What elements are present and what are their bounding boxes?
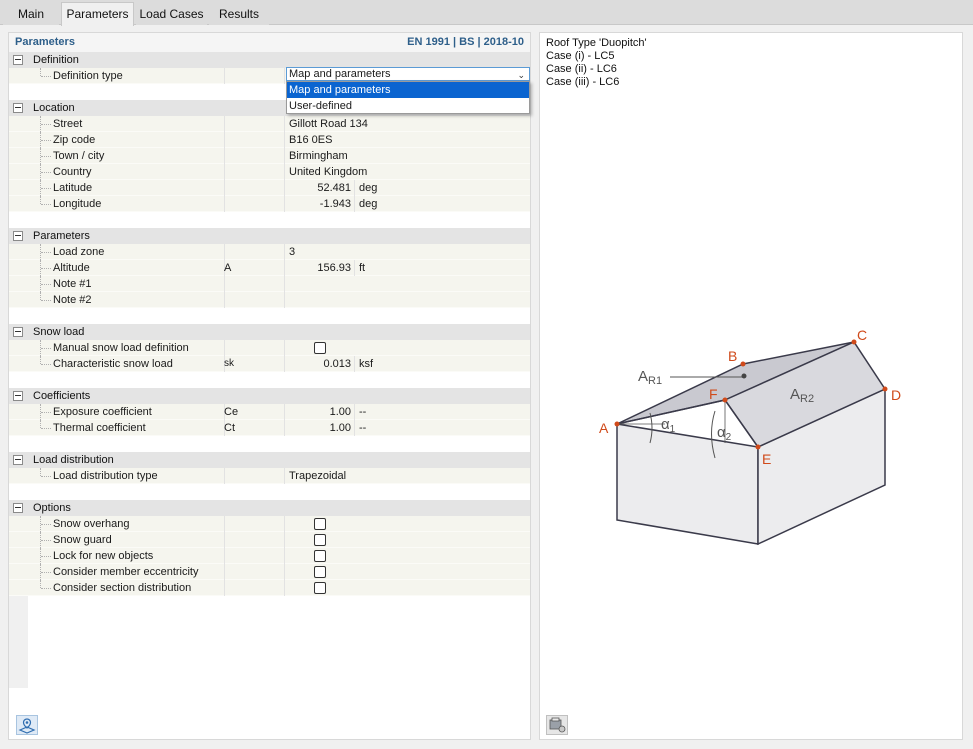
panel-title: Parameters (15, 36, 75, 48)
row-latitude[interactable]: Latitude 52.481 deg (9, 180, 530, 196)
row-snow-overhang[interactable]: Snow overhang (9, 516, 530, 532)
group-coefficients[interactable]: Coefficients (9, 388, 530, 404)
collapse-icon[interactable] (13, 455, 23, 465)
point-e (755, 444, 761, 450)
point-b (740, 361, 746, 367)
row-characteristic-snow-load[interactable]: Characteristic snow load sk 0.013 ksf (9, 356, 530, 372)
row-country[interactable]: Country United Kingdom (9, 164, 530, 180)
row-town[interactable]: Town / city Birmingham (9, 148, 530, 164)
point-d (882, 386, 888, 392)
row-member-eccentricity[interactable]: Consider member eccentricity (9, 564, 530, 580)
exposure-value[interactable]: 1.00 (285, 404, 351, 420)
option-user-defined[interactable]: User-defined (287, 98, 529, 114)
label-d: D (891, 387, 901, 403)
point-f (722, 397, 728, 403)
option-map-and-parameters[interactable]: Map and parameters (287, 82, 529, 98)
collapse-icon[interactable] (13, 231, 23, 241)
snow-overhang-checkbox[interactable] (314, 518, 326, 530)
latitude-value[interactable]: 52.481 (285, 180, 351, 196)
load-zone-value[interactable]: 3 (289, 244, 295, 260)
tab-parameters[interactable]: Parameters (61, 2, 134, 26)
row-zip-code[interactable]: Zip code B16 0ES (9, 132, 530, 148)
label-e: E (762, 451, 771, 467)
row-longitude[interactable]: Longitude -1.943 deg (9, 196, 530, 212)
row-note-1[interactable]: Note #1 (9, 276, 530, 292)
parameters-grid: Definition Definition type Location Stre… (9, 52, 530, 596)
label-c: C (857, 327, 867, 343)
row-exposure-coefficient[interactable]: Exposure coefficient Ce 1.00 -- (9, 404, 530, 420)
collapse-icon[interactable] (13, 327, 23, 337)
chevron-down-icon[interactable]: ⌄ (517, 69, 525, 81)
group-snow-load[interactable]: Snow load (9, 324, 530, 340)
town-value[interactable]: Birmingham (289, 148, 348, 164)
panel-header: Parameters EN 1991 | BS | 2018-10 (9, 33, 530, 52)
label-b: B (728, 348, 737, 364)
row-street[interactable]: Street Gillott Road 134 (9, 116, 530, 132)
snow-guard-checkbox[interactable] (314, 534, 326, 546)
snow-load-value[interactable]: 0.013 (285, 356, 351, 372)
preview-panel: Roof Type 'Duopitch' Case (i) - LC5 Case… (539, 32, 963, 740)
row-note-2[interactable]: Note #2 (9, 292, 530, 308)
tab-results[interactable]: Results (209, 2, 269, 25)
label-f: F (709, 386, 718, 402)
collapse-icon[interactable] (13, 103, 23, 113)
row-load-zone[interactable]: Load zone 3 (9, 244, 530, 260)
row-snow-guard[interactable]: Snow guard (9, 532, 530, 548)
label-alpha1: α1 (661, 416, 676, 435)
standard-label: EN 1991 | BS | 2018-10 (407, 36, 524, 48)
collapse-icon[interactable] (13, 55, 23, 65)
row-manual-snow-load[interactable]: Manual snow load definition (9, 340, 530, 356)
group-definition[interactable]: Definition (9, 52, 530, 68)
label-ar1: AR1 (638, 368, 662, 387)
map-location-icon[interactable] (16, 715, 38, 735)
label-alpha2: α2 (717, 424, 732, 443)
duopitch-roof-diagram: A B C D E F AR1 AR2 α1 α2 (599, 327, 901, 546)
zip-value[interactable]: B16 0ES (289, 132, 332, 148)
load-distribution-value[interactable]: Trapezoidal (289, 468, 346, 484)
street-value[interactable]: Gillott Road 134 (289, 116, 368, 132)
row-load-distribution-type[interactable]: Load distribution type Trapezoidal (9, 468, 530, 484)
row-thermal-coefficient[interactable]: Thermal coefficient Ct 1.00 -- (9, 420, 530, 436)
definition-type-select[interactable]: Map and parameters ⌄ (286, 67, 530, 81)
definition-type-options: Map and parameters User-defined (286, 81, 530, 114)
longitude-value[interactable]: -1.943 (285, 196, 351, 212)
group-load-distribution[interactable]: Load distribution (9, 452, 530, 468)
country-value[interactable]: United Kingdom (289, 164, 367, 180)
manual-snow-load-checkbox[interactable] (314, 342, 326, 354)
print-settings-icon[interactable] (546, 715, 568, 735)
tab-main[interactable]: Main (3, 2, 59, 25)
row-altitude[interactable]: Altitude A 156.93 ft (9, 260, 530, 276)
point-a (614, 421, 620, 427)
tab-load-cases[interactable]: Load Cases (136, 2, 207, 25)
point-c (851, 339, 857, 345)
altitude-value[interactable]: 156.93 (285, 260, 351, 276)
label-a: A (599, 420, 609, 436)
lock-new-objects-checkbox[interactable] (314, 550, 326, 562)
group-parameters[interactable]: Parameters (9, 228, 530, 244)
row-section-distribution[interactable]: Consider section distribution (9, 580, 530, 596)
section-distribution-checkbox[interactable] (314, 582, 326, 594)
group-options[interactable]: Options (9, 500, 530, 516)
thermal-value[interactable]: 1.00 (285, 420, 351, 436)
front-wall (616, 423, 759, 545)
row-lock-new-objects[interactable]: Lock for new objects (9, 548, 530, 564)
collapse-icon[interactable] (13, 503, 23, 513)
collapse-icon[interactable] (13, 391, 23, 401)
parameters-panel: Parameters EN 1991 | BS | 2018-10 Defini… (8, 32, 531, 740)
tab-bar: Main Parameters Load Cases Results (0, 0, 973, 26)
member-eccentricity-checkbox[interactable] (314, 566, 326, 578)
